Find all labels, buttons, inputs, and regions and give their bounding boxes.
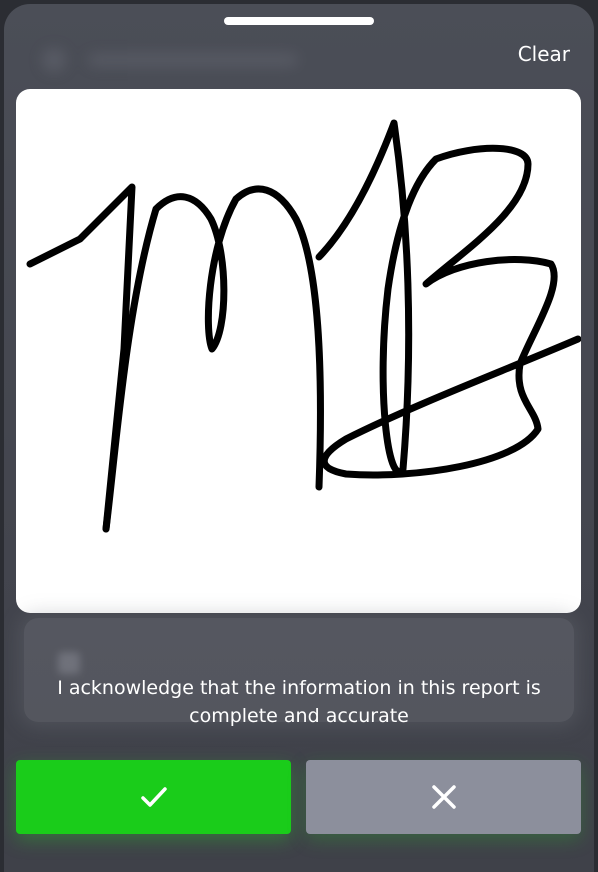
acknowledgement-line: complete and accurate bbox=[189, 705, 409, 727]
blurred-avatar bbox=[42, 48, 66, 72]
blurred-header bbox=[36, 42, 306, 78]
signature-pad[interactable] bbox=[16, 89, 581, 613]
blurred-pencil-icon bbox=[58, 652, 80, 674]
clear-button[interactable]: Clear bbox=[518, 42, 570, 66]
blurred-title bbox=[88, 54, 298, 66]
close-icon bbox=[431, 785, 456, 809]
drag-handle[interactable] bbox=[224, 17, 374, 25]
cancel-button[interactable] bbox=[306, 760, 581, 834]
confirm-button[interactable] bbox=[16, 760, 291, 834]
acknowledgement-line: I acknowledge that the information in th… bbox=[57, 677, 541, 699]
signature-stroke bbox=[102, 185, 324, 533]
signature-stroke bbox=[315, 119, 581, 479]
checkmark-icon bbox=[140, 787, 167, 807]
acknowledgement-text: I acknowledge that the information in th… bbox=[4, 674, 594, 730]
signature-drawing bbox=[26, 119, 581, 533]
signature-sheet: Clear I acknowledge that the information… bbox=[4, 4, 594, 872]
signature-stroke bbox=[26, 183, 136, 533]
